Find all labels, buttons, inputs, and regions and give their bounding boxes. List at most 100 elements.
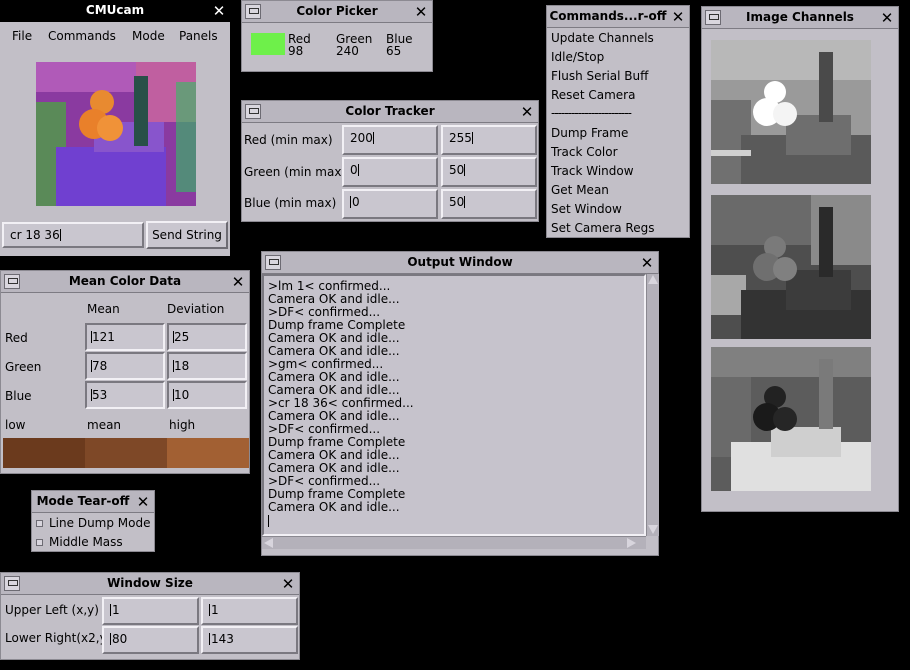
checkbox-icon[interactable]	[36, 520, 43, 527]
tracker-red-max[interactable]: 255	[441, 125, 537, 155]
close-icon[interactable]: ✕	[518, 103, 536, 121]
tracker-blue-label: Blue (min max)	[244, 196, 337, 210]
command-get-mean[interactable]: Get Mean	[551, 183, 609, 197]
tracker-green-min[interactable]: 0	[342, 157, 438, 187]
command-track-window[interactable]: Track Window	[551, 164, 634, 178]
window-menu-icon[interactable]	[705, 10, 721, 25]
menu-commands[interactable]: Commands	[48, 29, 116, 43]
mean-color-swatch	[85, 438, 167, 468]
mean-swatch-label: mean	[87, 418, 122, 432]
vertical-scrollbar[interactable]	[646, 274, 659, 536]
tracker-red-min[interactable]: 200	[342, 125, 438, 155]
low-color-swatch	[3, 438, 85, 468]
mode-tearoff-window: Mode Tear-off ✕ Line Dump Mode Middle Ma…	[31, 490, 155, 552]
red-channel-image	[711, 40, 871, 184]
color-tracker-titlebar[interactable]: Color Tracker ✕	[242, 101, 538, 123]
close-icon[interactable]: ✕	[412, 3, 430, 21]
cmucam-title: CMUcam	[85, 3, 145, 17]
close-icon[interactable]: ✕	[638, 254, 656, 272]
tracker-red-label: Red (min max)	[244, 133, 333, 147]
lower-right-y-input[interactable]: 143	[201, 626, 298, 654]
window-menu-icon[interactable]	[245, 104, 261, 119]
window-menu-icon[interactable]	[4, 274, 20, 289]
menubar: File Commands Mode Panels	[0, 24, 230, 50]
close-icon[interactable]: ✕	[878, 9, 896, 27]
output-text-area[interactable]: >lm 1< confirmed... Camera OK and idle...…	[262, 274, 646, 536]
mean-red-value: 121	[85, 323, 165, 351]
image-channels-titlebar[interactable]: Image Channels ✕	[702, 7, 898, 29]
window-size-title: Window Size	[107, 576, 193, 590]
close-icon[interactable]: ✕	[279, 575, 297, 593]
mean-green-label: Green	[5, 360, 42, 374]
scroll-left-arrow-icon[interactable]	[264, 538, 273, 548]
cmucam-titlebar[interactable]: CMUcam ✕	[0, 0, 230, 22]
command-reset-camera[interactable]: Reset Camera	[551, 88, 635, 102]
mode-tearoff-titlebar[interactable]: Mode Tear-off ✕	[32, 491, 154, 513]
dev-blue-value: 10	[167, 381, 247, 409]
command-track-color[interactable]: Track Color	[551, 145, 618, 159]
upper-left-y-input[interactable]: 1	[201, 597, 298, 625]
window-menu-icon[interactable]	[4, 576, 20, 591]
close-icon[interactable]: ✕	[134, 493, 152, 511]
menu-panels[interactable]: Panels	[179, 29, 218, 43]
mean-red-label: Red	[5, 331, 28, 345]
commands-titlebar[interactable]: Commands...r-off ✕	[547, 6, 689, 28]
horizontal-scrollbar[interactable]	[262, 536, 646, 549]
commands-tearoff-window: Commands...r-off ✕ Update Channels Idle/…	[546, 5, 690, 238]
color-tracker-title: Color Tracker	[345, 104, 435, 118]
window-menu-icon[interactable]	[245, 4, 261, 19]
lower-right-x-input[interactable]: 80	[102, 626, 199, 654]
green-value: 240	[336, 44, 359, 58]
tracker-green-label: Green (min max	[244, 165, 342, 179]
close-icon[interactable]: ✕	[210, 2, 228, 20]
window-size-window: Window Size ✕ Upper Left (x,y) 1 1 Lower…	[0, 572, 300, 660]
cmucam-window: CMUcam ✕ File Commands Mode Panels cr 18…	[0, 0, 230, 256]
command-flush-serial[interactable]: Flush Serial Buff	[551, 69, 648, 83]
lower-right-label: Lower Right(x2,y	[5, 631, 107, 645]
command-idle-stop[interactable]: Idle/Stop	[551, 50, 604, 64]
mean-green-value: 78	[85, 352, 165, 380]
upper-left-label: Upper Left (x,y)	[5, 603, 99, 617]
menu-mode[interactable]: Mode	[132, 29, 165, 43]
red-value: 98	[288, 44, 304, 58]
scroll-up-arrow-icon[interactable]	[648, 275, 658, 284]
output-title: Output Window	[407, 255, 513, 269]
green-channel-image	[711, 195, 871, 339]
output-titlebar[interactable]: Output Window ✕	[262, 252, 658, 274]
mean-column-header: Mean	[87, 302, 120, 316]
send-string-button[interactable]: Send String	[146, 221, 228, 249]
mean-color-title: Mean Color Data	[68, 274, 182, 288]
mode-line-dump[interactable]: Line Dump Mode	[49, 516, 150, 530]
color-picker-title: Color Picker	[296, 4, 378, 18]
color-picker-window: Color Picker ✕ Red 98 Green 240 Blue 65	[241, 0, 433, 72]
command-separator: ------------------------	[551, 106, 632, 120]
scroll-right-arrow-icon[interactable]	[627, 538, 636, 548]
mean-blue-value: 53	[85, 381, 165, 409]
high-color-swatch	[167, 438, 249, 468]
tracker-green-max[interactable]: 50	[441, 157, 537, 187]
blue-value: 65	[386, 44, 402, 58]
tracker-blue-min[interactable]: 0	[342, 189, 438, 219]
camera-preview-image	[36, 62, 196, 206]
image-channels-title: Image Channels	[746, 10, 854, 24]
command-input[interactable]: cr 18 36	[2, 222, 144, 248]
scroll-down-arrow-icon[interactable]	[648, 525, 658, 534]
menu-file[interactable]: File	[12, 29, 32, 43]
command-update-channels[interactable]: Update Channels	[551, 31, 654, 45]
mean-color-window: Mean Color Data ✕ Mean Deviation Red 121…	[0, 270, 250, 474]
command-set-window[interactable]: Set Window	[551, 202, 622, 216]
command-dump-frame[interactable]: Dump Frame	[551, 126, 628, 140]
checkbox-icon[interactable]	[36, 539, 43, 546]
upper-left-x-input[interactable]: 1	[102, 597, 199, 625]
picked-color-swatch	[251, 33, 285, 55]
deviation-column-header: Deviation	[167, 302, 225, 316]
window-menu-icon[interactable]	[265, 255, 281, 270]
window-size-titlebar[interactable]: Window Size ✕	[1, 573, 299, 595]
tracker-blue-max[interactable]: 50	[441, 189, 537, 219]
mean-color-titlebar[interactable]: Mean Color Data ✕	[1, 271, 249, 293]
command-set-camera-regs[interactable]: Set Camera Regs	[551, 221, 654, 235]
color-picker-titlebar[interactable]: Color Picker ✕	[242, 1, 432, 23]
mode-middle-mass[interactable]: Middle Mass	[49, 535, 123, 549]
close-icon[interactable]: ✕	[669, 8, 687, 26]
close-icon[interactable]: ✕	[229, 273, 247, 291]
